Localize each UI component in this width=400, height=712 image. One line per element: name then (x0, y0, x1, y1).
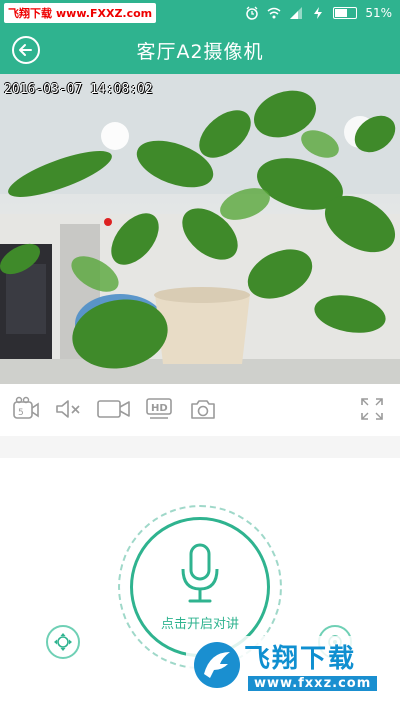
talk-label: 点击开启对讲 (160, 616, 239, 632)
watermark-brand-url: www.fxxz.com (248, 676, 378, 691)
status-bar: 飞翔下载 www.FXXZ.com 51% (0, 0, 400, 26)
microphone-icon (181, 543, 219, 602)
section-divider (0, 436, 400, 458)
watermark-brand-cn: 飞翔下载 (244, 644, 357, 674)
hd-label: HD (151, 403, 168, 414)
back-arrow-icon (19, 44, 32, 56)
control-toolbar: 5 HD (0, 384, 400, 437)
battery-percent: 51% (365, 6, 392, 20)
record-video-icon[interactable] (96, 396, 132, 422)
mute-icon[interactable] (54, 396, 82, 422)
watermark-name: 飞翔下载 (8, 7, 52, 20)
video-timestamp: 2016-03-07 14:08:02 (4, 82, 153, 97)
watermark-logo-block: 飞翔下载 www.fxxz.com (186, 636, 392, 698)
camera-scene-image (0, 74, 400, 384)
fullscreen-icon[interactable] (358, 396, 386, 422)
ptz-direction-button[interactable] (46, 625, 80, 659)
wifi-icon (267, 7, 281, 19)
back-button[interactable] (12, 36, 40, 64)
battery-icon (333, 7, 358, 19)
switch-camera-icon[interactable]: 5 (12, 396, 40, 422)
snapshot-camera-icon[interactable] (189, 396, 217, 422)
watermark-badge: 飞翔下载 www.FXXZ.com (4, 3, 157, 23)
alarm-icon (246, 6, 259, 20)
watermark-url: www.FXXZ.com (56, 6, 153, 20)
page-title: 客厅A2摄像机 (136, 40, 264, 63)
title-bar: 客厅A2摄像机 (0, 26, 400, 74)
ptz-direction-icon (54, 633, 72, 651)
watermark-logo-icon (194, 642, 240, 688)
charging-icon (314, 7, 323, 19)
hd-icon: HD (146, 398, 172, 419)
svg-text:5: 5 (18, 408, 24, 418)
video-feed[interactable]: 2016-03-07 14:08:02 (0, 74, 400, 384)
signal-icon (290, 7, 303, 19)
status-icons: 51% (245, 6, 392, 20)
hd-button[interactable]: HD (145, 396, 175, 422)
